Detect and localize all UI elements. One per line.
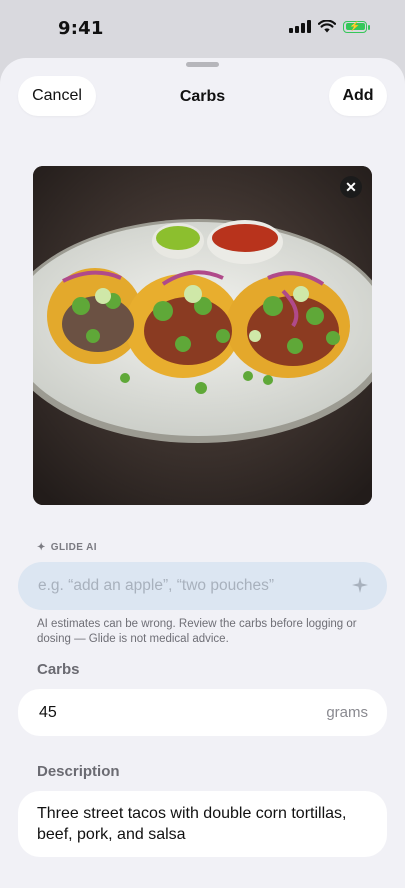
description-label: Description bbox=[37, 763, 120, 780]
ai-sparkle-icon[interactable] bbox=[351, 576, 369, 599]
carbs-field[interactable]: grams bbox=[18, 689, 387, 736]
description-field[interactable]: Three street tacos with double corn tort… bbox=[18, 791, 387, 857]
glide-ai-label-text: GLIDE AI bbox=[50, 542, 97, 553]
ai-disclaimer: AI estimates can be wrong. Review the ca… bbox=[37, 618, 357, 645]
battery-charging-icon: ⚡ bbox=[343, 20, 370, 33]
carbs-label: Carbs bbox=[37, 661, 80, 678]
sparkle-icon: ✦ bbox=[37, 542, 46, 553]
cellular-signal-icon bbox=[289, 20, 311, 33]
carbs-input[interactable] bbox=[37, 702, 281, 723]
wifi-icon bbox=[318, 20, 336, 33]
ai-prompt-field[interactable] bbox=[18, 562, 387, 610]
remove-photo-button[interactable]: ✕ bbox=[340, 176, 362, 198]
glide-ai-label: ✦ GLIDE AI bbox=[37, 542, 97, 553]
status-icons: ⚡ bbox=[289, 20, 370, 33]
food-photo: ✕ bbox=[33, 166, 372, 505]
add-button[interactable]: Add bbox=[329, 76, 387, 116]
sheet-grabber[interactable] bbox=[186, 62, 219, 67]
close-icon: ✕ bbox=[345, 178, 357, 195]
status-time: 9:41 bbox=[58, 18, 104, 39]
carbs-unit: grams bbox=[326, 704, 368, 721]
ai-prompt-input[interactable] bbox=[36, 576, 340, 596]
tacos-image bbox=[33, 166, 372, 505]
status-bar: 9:41 ⚡ bbox=[0, 0, 405, 58]
carbs-sheet: Cancel Carbs Add ✕ ✦ GLIDE AI e.g. “add … bbox=[0, 58, 405, 888]
